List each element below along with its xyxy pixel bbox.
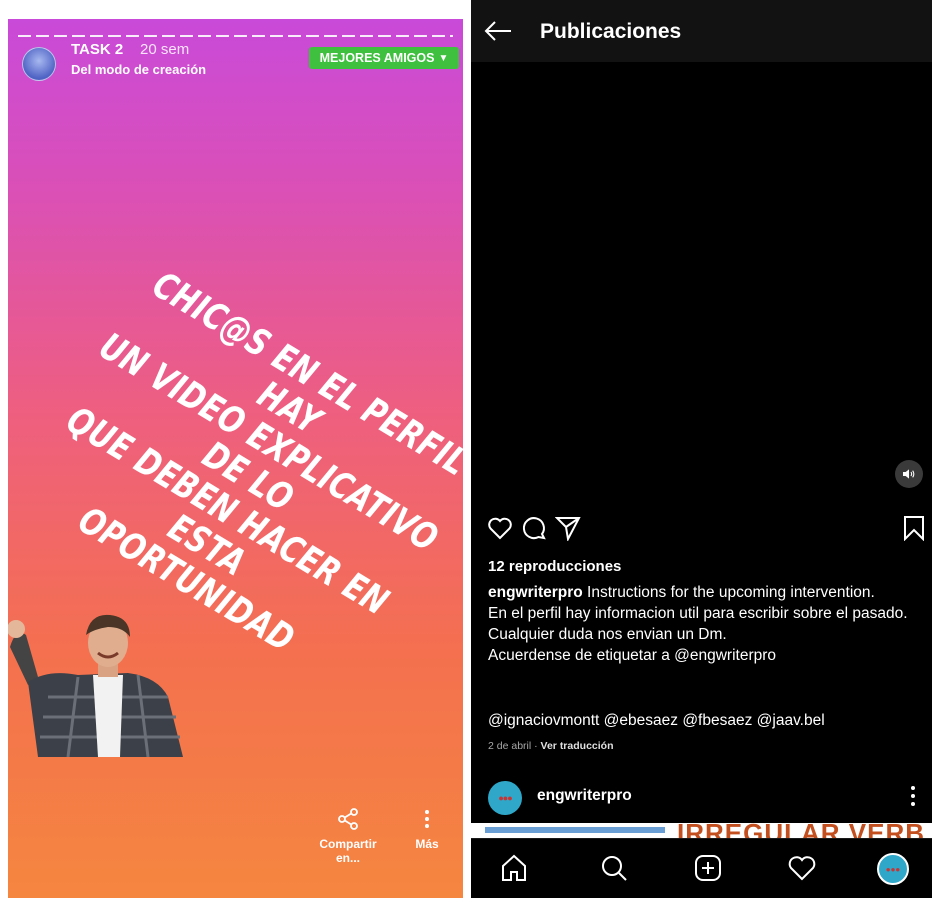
caption-line: Instructions for the upcoming interventi… [587, 584, 875, 601]
chevron-down-icon: ▼ [438, 52, 449, 64]
post-caption: engwriterpro Instructions for the upcomi… [488, 582, 928, 666]
post-meta: 2 de abril · Ver traducción [488, 740, 614, 752]
image-stripe [485, 827, 665, 833]
story-viewer[interactable]: TASK 2 20 sem Del modo de creación MEJOR… [8, 19, 463, 898]
caption-line: Acuerdense de etiquetar a @engwriterpro [488, 647, 777, 664]
heart-icon[interactable] [487, 515, 513, 541]
more-vertical-icon[interactable] [907, 784, 919, 808]
more-button[interactable]: Más [408, 807, 446, 851]
caption-username[interactable]: engwriterpro [488, 584, 583, 601]
share-label: Compartir en... [319, 837, 377, 865]
volume-icon [903, 469, 915, 479]
more-vertical-icon [425, 810, 429, 828]
share-button[interactable]: Compartir en... [318, 807, 378, 865]
app-bar: Publicaciones [471, 0, 932, 62]
story-subtitle: Del modo de creación [71, 62, 207, 77]
best-friends-label: MEJORES AMIGOS [319, 51, 435, 65]
page-title: Publicaciones [540, 20, 682, 43]
send-icon[interactable] [555, 515, 581, 541]
post-date: 2 de abril [488, 740, 532, 752]
back-arrow-icon[interactable] [483, 19, 513, 43]
post-view: Publicaciones 12 reproducciones engwrite… [471, 0, 932, 898]
bottom-nav: ●●● [471, 838, 932, 898]
translate-link[interactable]: Ver traducción [541, 740, 614, 752]
search-icon[interactable] [599, 853, 629, 883]
story-timestamp: 20 sem [140, 41, 190, 58]
avatar[interactable]: ●●● [488, 781, 522, 815]
video-player[interactable] [471, 62, 932, 498]
mute-button[interactable] [895, 460, 923, 488]
comment-icon[interactable] [521, 515, 547, 541]
story-progress-bar [18, 35, 453, 37]
caption-line: Cualquier duda nos envian un Dm. [488, 626, 727, 643]
share-icon [338, 808, 358, 830]
person-sticker [8, 614, 183, 757]
profile-avatar-icon[interactable]: ●●● [877, 853, 909, 885]
add-post-icon[interactable] [693, 853, 723, 883]
next-post-username[interactable]: engwriterpro [537, 787, 632, 805]
tagged-users[interactable]: @ignaciovmontt @ebesaez @fbesaez @jaav.b… [488, 712, 928, 730]
story-avatar[interactable] [22, 47, 56, 81]
home-icon[interactable] [499, 853, 529, 883]
story-username[interactable]: TASK 2 [71, 41, 123, 58]
caption-line: En el perfil hay informacion util para e… [488, 605, 908, 622]
heart-icon[interactable] [787, 853, 817, 883]
more-label: Más [415, 837, 439, 851]
bookmark-icon[interactable] [901, 515, 927, 541]
best-friends-badge[interactable]: MEJORES AMIGOS ▼ [309, 47, 459, 69]
view-count[interactable]: 12 reproducciones [488, 558, 621, 575]
